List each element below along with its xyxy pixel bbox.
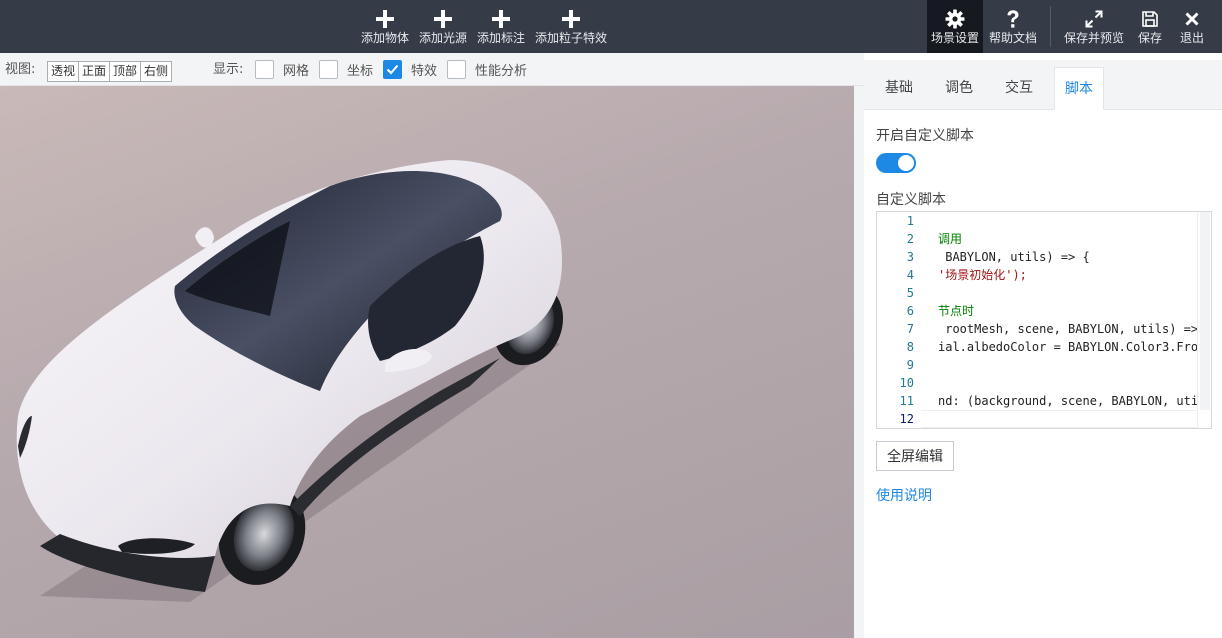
display-label: 显示: [213, 62, 244, 77]
plus-icon [432, 8, 454, 30]
line-number: 2 [906, 232, 914, 246]
line-number: 9 [906, 358, 914, 372]
line-number: 10 [899, 376, 914, 390]
save-label: 保存 [1137, 31, 1162, 45]
add-object-button[interactable]: 添加物体 [361, 0, 409, 53]
panel-divider [854, 86, 864, 638]
3d-viewport[interactable] [0, 86, 854, 638]
code-line: ial.albedoColor = BABYLON.Color3.FromH [938, 340, 1198, 354]
top-toolbar: 添加物体 添加光源 添加标注 添加粒子特效 场景设置 帮助文档 保存并预览 保存 [0, 0, 1222, 53]
line-number-gutter: 1 2 3 4 5 6 7 8 9 10 11 12 [877, 212, 921, 428]
line-number: 7 [906, 322, 914, 336]
help-docs-label: 帮助文档 [988, 31, 1037, 45]
view-button-group: 透视 正面 顶部 右侧 [47, 61, 173, 82]
plus-icon [560, 8, 582, 30]
code-editor[interactable]: 1 2 3 4 5 6 7 8 9 10 11 12 调用 BABYLON, u… [876, 211, 1212, 429]
expand-icon [1083, 8, 1105, 30]
tab-interaction[interactable]: 交互 [993, 67, 1045, 110]
checkmark-icon [386, 64, 399, 75]
profiler-label: 性能分析 [475, 64, 528, 79]
enable-script-label: 开启自定义脚本 [876, 128, 974, 144]
view-front-button[interactable]: 正面 [78, 61, 111, 82]
code-line: nd: (background, scene, BABYLON, utils [938, 394, 1198, 408]
enable-script-toggle[interactable] [876, 153, 916, 173]
line-number: 11 [899, 394, 914, 408]
add-label-button[interactable]: 添加标注 [477, 0, 525, 53]
effects-checkbox[interactable] [383, 60, 402, 79]
grid-checkbox[interactable] [255, 60, 274, 79]
line-number: 8 [906, 340, 914, 354]
add-particle-button[interactable]: 添加粒子特效 [535, 0, 607, 53]
toggle-knob [898, 155, 914, 171]
line-number: 12 [899, 412, 914, 426]
line-number: 6 [906, 304, 914, 318]
close-icon [1181, 8, 1203, 30]
scrollbar-thumb[interactable] [1200, 212, 1210, 410]
view-perspective-button[interactable]: 透视 [47, 61, 80, 82]
plus-icon [374, 8, 396, 30]
view-right-button[interactable]: 右侧 [140, 61, 173, 82]
panel-tabs: 基础 调色 交互 脚本 [864, 60, 1222, 110]
fullscreen-edit-button[interactable]: 全屏编辑 [876, 441, 954, 471]
code-line: '场景初始化'); [938, 268, 1027, 282]
usage-instructions-link[interactable]: 使用说明 [876, 485, 932, 505]
add-object-label: 添加物体 [361, 31, 410, 45]
exit-label: 退出 [1179, 31, 1204, 45]
save-preview-button[interactable]: 保存并预览 [1062, 0, 1126, 53]
floppy-disk-icon [1139, 8, 1161, 30]
custom-script-label: 自定义脚本 [876, 192, 946, 208]
code-line: 调用 [938, 232, 963, 246]
toolbar-divider [1050, 6, 1051, 47]
line-number: 3 [906, 250, 914, 264]
add-label-label: 添加标注 [477, 31, 526, 45]
line-number: 1 [906, 214, 914, 228]
view-options-bar: 视图: 透视 正面 顶部 右侧 显示: 网格 坐标 特效 性能分析 [0, 53, 864, 86]
scene-settings-label: 场景设置 [930, 31, 979, 45]
exit-button[interactable]: 退出 [1175, 0, 1209, 53]
code-text-area[interactable]: 调用 BABYLON, utils) => { '场景初始化'); 节点时 ro… [938, 212, 1198, 428]
tab-basic[interactable]: 基础 [873, 67, 925, 110]
grid-option: 网格 [255, 60, 309, 79]
add-particle-label: 添加粒子特效 [535, 31, 608, 45]
profiler-option: 性能分析 [447, 60, 527, 79]
axes-label: 坐标 [347, 64, 374, 79]
code-line: rootMesh, scene, BABYLON, utils) => { [938, 322, 1198, 336]
effects-label: 特效 [411, 64, 438, 79]
view-top-button[interactable]: 顶部 [109, 61, 142, 82]
editor-scrollbar[interactable] [1197, 212, 1211, 428]
profiler-checkbox[interactable] [447, 60, 466, 79]
help-docs-button[interactable]: 帮助文档 [987, 0, 1039, 53]
tab-script[interactable]: 脚本 [1054, 67, 1104, 110]
line-number: 5 [906, 286, 914, 300]
plus-icon [490, 8, 512, 30]
add-light-label: 添加光源 [419, 31, 468, 45]
question-icon [1002, 8, 1024, 30]
effects-option: 特效 [383, 60, 437, 79]
axes-option: 坐标 [319, 60, 373, 79]
code-line: 节点时 [938, 304, 975, 318]
gear-icon [944, 8, 966, 30]
axes-checkbox[interactable] [319, 60, 338, 79]
view-label: 视图: [5, 62, 36, 77]
code-line: BABYLON, utils) => { [938, 250, 1090, 264]
add-light-button[interactable]: 添加光源 [419, 0, 467, 53]
line-number: 4 [906, 268, 914, 282]
properties-panel: 基础 调色 交互 脚本 开启自定义脚本 自定义脚本 1 2 3 4 5 6 7 … [864, 53, 1222, 638]
save-button[interactable]: 保存 [1133, 0, 1167, 53]
grid-label: 网格 [283, 64, 310, 79]
save-preview-label: 保存并预览 [1063, 31, 1124, 45]
scene-settings-button[interactable]: 场景设置 [927, 0, 983, 53]
car-model [16, 160, 564, 602]
tab-color[interactable]: 调色 [933, 67, 985, 110]
